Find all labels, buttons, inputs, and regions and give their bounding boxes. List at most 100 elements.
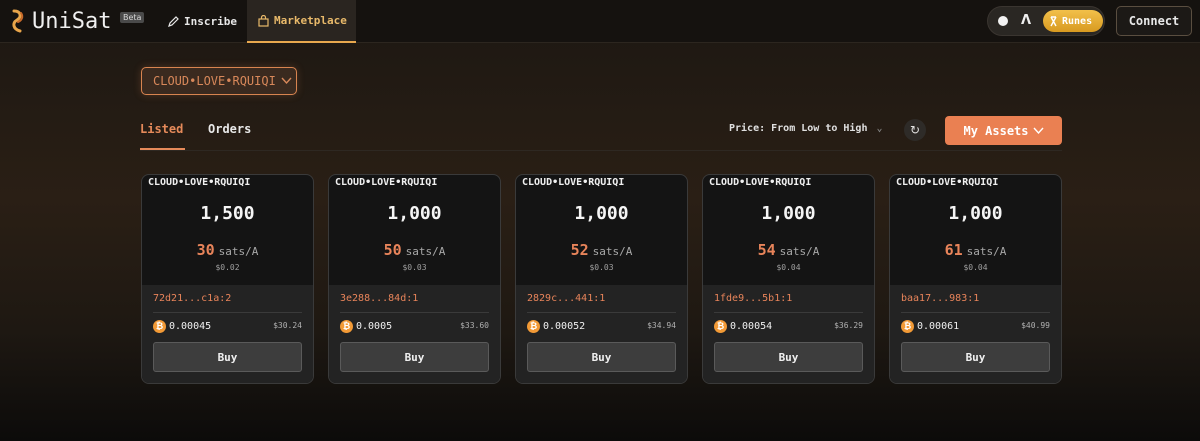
top-header: UniSat Beta Inscribe Marketplace Λ Runes… bbox=[0, 0, 1200, 43]
listing-card[interactable]: CLOUD•LOVE•RQUIQI 1,000 50 sats/A $0.03 3… bbox=[328, 174, 501, 384]
divider bbox=[153, 312, 302, 313]
runes-icon bbox=[1050, 15, 1057, 26]
bitcoin-icon: ₿ bbox=[901, 320, 914, 333]
network-toggle: Λ Runes bbox=[987, 6, 1105, 36]
nav-marketplace-label: Marketplace bbox=[274, 14, 347, 27]
utxo-link[interactable]: 72d21...c1a:2 bbox=[153, 293, 231, 304]
price-unit: sats/A bbox=[966, 245, 1007, 258]
nav-inscribe-label: Inscribe bbox=[184, 15, 237, 28]
listing-ticker: CLOUD•LOVE•RQUIQI bbox=[896, 177, 999, 188]
my-assets-label: My Assets bbox=[963, 123, 1029, 138]
listing-ticker: CLOUD•LOVE•RQUIQI bbox=[522, 177, 625, 188]
divider bbox=[714, 312, 863, 313]
sort-label: Price: From Low to High bbox=[729, 123, 868, 134]
my-assets-button[interactable]: My Assets bbox=[945, 116, 1062, 145]
listing-amount: 1,000 bbox=[948, 203, 1003, 224]
divider bbox=[527, 312, 676, 313]
listing-amount: 1,000 bbox=[574, 203, 629, 224]
listing-unit-price: 54 sats/A bbox=[703, 241, 874, 259]
listing-card[interactable]: CLOUD•LOVE•RQUIQI 1,500 30 sats/A $0.02 7… bbox=[141, 174, 314, 384]
listing-unit-price: 30 sats/A bbox=[142, 241, 313, 259]
btc-total-usd: $36.29 bbox=[834, 321, 863, 330]
pencil-icon bbox=[168, 16, 179, 27]
buy-button[interactable]: Buy bbox=[901, 342, 1050, 372]
btc-total-usd: $34.94 bbox=[647, 321, 676, 330]
beta-badge: Beta bbox=[120, 12, 145, 23]
buy-button[interactable]: Buy bbox=[153, 342, 302, 372]
chevron-down-icon bbox=[1032, 127, 1044, 134]
bitcoin-icon: ₿ bbox=[527, 320, 540, 333]
bitcoin-mode-icon[interactable] bbox=[998, 16, 1008, 26]
chevron-down-icon bbox=[281, 77, 292, 85]
btc-total-usd: $33.60 bbox=[460, 321, 489, 330]
divider bbox=[901, 312, 1050, 313]
price-unit: sats/A bbox=[779, 245, 820, 258]
price-value: 30 bbox=[196, 241, 215, 259]
btc-total: ₿ 0.0005 bbox=[340, 320, 392, 333]
nav-inscribe[interactable]: Inscribe bbox=[168, 0, 237, 43]
price-value: 54 bbox=[757, 241, 776, 259]
btc-total: ₿ 0.00052 bbox=[527, 320, 585, 333]
buy-button[interactable]: Buy bbox=[340, 342, 489, 372]
shopping-bag-icon bbox=[258, 14, 269, 27]
listing-amount: 1,000 bbox=[761, 203, 816, 224]
unisat-logo-icon bbox=[12, 9, 24, 33]
btc-amount: 0.00045 bbox=[169, 321, 212, 332]
utxo-link[interactable]: baa17...983:1 bbox=[901, 293, 979, 304]
listing-unit-price: 52 sats/A bbox=[516, 241, 687, 259]
listing-unit-price-usd: $0.03 bbox=[589, 263, 614, 272]
runes-toggle[interactable]: Runes bbox=[1043, 10, 1103, 32]
price-value: 50 bbox=[383, 241, 402, 259]
listing-ticker: CLOUD•LOVE•RQUIQI bbox=[709, 177, 812, 188]
listing-unit-price: 61 sats/A bbox=[890, 241, 1061, 259]
listing-unit-price: 50 sats/A bbox=[329, 241, 500, 259]
alkanes-mode-icon[interactable]: Λ bbox=[1021, 13, 1031, 28]
utxo-link[interactable]: 1fde9...5b1:1 bbox=[714, 293, 792, 304]
listing-footer: 1fde9...5b1:1 ₿ 0.00054 $36.29 Buy bbox=[703, 285, 874, 383]
listing-ticker: CLOUD•LOVE•RQUIQI bbox=[148, 177, 251, 188]
listing-footer: 2829c...441:1 ₿ 0.00052 $34.94 Buy bbox=[516, 285, 687, 383]
btc-total: ₿ 0.00054 bbox=[714, 320, 772, 333]
buy-button[interactable]: Buy bbox=[527, 342, 676, 372]
tabs-divider bbox=[140, 150, 1062, 151]
utxo-link[interactable]: 3e288...84d:1 bbox=[340, 293, 418, 304]
buy-button[interactable]: Buy bbox=[714, 342, 863, 372]
logo[interactable]: UniSat bbox=[9, 8, 111, 34]
token-selector-label: CLOUD•LOVE•RQUIQI bbox=[153, 74, 276, 88]
btc-total-usd: $30.24 bbox=[273, 321, 302, 330]
bitcoin-icon: ₿ bbox=[340, 320, 353, 333]
listing-unit-price-usd: $0.02 bbox=[215, 263, 240, 272]
listing-footer: baa17...983:1 ₿ 0.00061 $40.99 Buy bbox=[890, 285, 1061, 383]
listing-footer: 72d21...c1a:2 ₿ 0.00045 $30.24 Buy bbox=[142, 285, 313, 383]
btc-total-usd: $40.99 bbox=[1021, 321, 1050, 330]
btc-amount: 0.00054 bbox=[730, 321, 773, 332]
listing-amount: 1,500 bbox=[200, 203, 255, 224]
bitcoin-icon: ₿ bbox=[714, 320, 727, 333]
utxo-link[interactable]: 2829c...441:1 bbox=[527, 293, 605, 304]
btc-amount: 0.0005 bbox=[356, 321, 393, 332]
refresh-button[interactable]: ↻ bbox=[904, 119, 926, 141]
btc-total: ₿ 0.00045 bbox=[153, 320, 211, 333]
listing-unit-price-usd: $0.04 bbox=[776, 263, 801, 272]
price-value: 61 bbox=[944, 241, 963, 259]
listing-unit-price-usd: $0.04 bbox=[963, 263, 988, 272]
listing-unit-price-usd: $0.03 bbox=[402, 263, 427, 272]
connect-button[interactable]: Connect bbox=[1116, 6, 1192, 36]
listing-card[interactable]: CLOUD•LOVE•RQUIQI 1,000 54 sats/A $0.04 1… bbox=[702, 174, 875, 384]
price-value: 52 bbox=[570, 241, 589, 259]
bitcoin-icon: ₿ bbox=[153, 320, 166, 333]
tab-listed[interactable]: Listed bbox=[140, 122, 185, 150]
tab-orders[interactable]: Orders bbox=[208, 122, 251, 150]
listing-amount: 1,000 bbox=[387, 203, 442, 224]
token-selector[interactable]: CLOUD•LOVE•RQUIQI bbox=[141, 67, 297, 95]
price-unit: sats/A bbox=[218, 245, 259, 258]
sort-dropdown[interactable]: Price: From Low to High ⌄ bbox=[729, 123, 883, 134]
listing-card[interactable]: CLOUD•LOVE•RQUIQI 1,000 61 sats/A $0.04 b… bbox=[889, 174, 1062, 384]
divider bbox=[340, 312, 489, 313]
price-unit: sats/A bbox=[592, 245, 633, 258]
chevron-down-icon: ⌄ bbox=[876, 123, 883, 134]
listing-card[interactable]: CLOUD•LOVE•RQUIQI 1,000 52 sats/A $0.03 2… bbox=[515, 174, 688, 384]
nav-marketplace[interactable]: Marketplace bbox=[247, 0, 356, 43]
btc-amount: 0.00061 bbox=[917, 321, 960, 332]
logo-text: UniSat bbox=[32, 8, 112, 34]
